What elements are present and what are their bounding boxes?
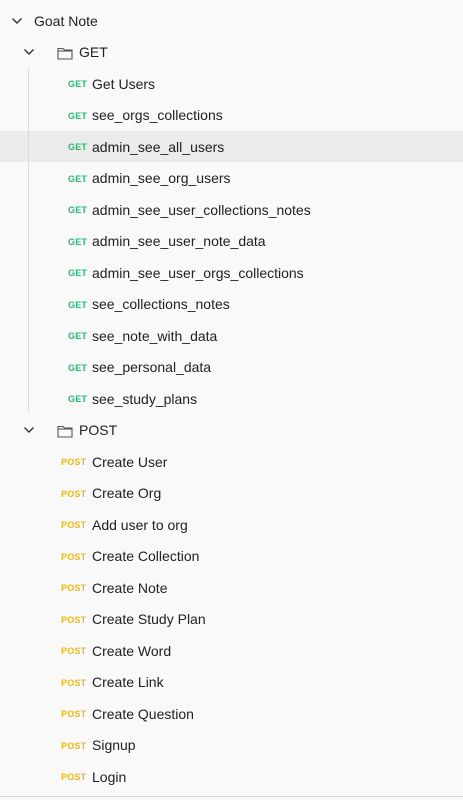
chevron-down-icon[interactable] bbox=[10, 14, 24, 28]
request-row-admin-see-all-users[interactable]: GET admin_see_all_users bbox=[0, 131, 463, 162]
folder-row-get[interactable]: GET bbox=[0, 37, 463, 68]
method-badge: POST bbox=[61, 614, 87, 625]
request-row-create-link[interactable]: POST Create Link bbox=[0, 667, 463, 698]
method-badge: POST bbox=[61, 551, 87, 562]
request-name: admin_see_user_orgs_collections bbox=[92, 264, 304, 281]
request-row-see-orgs-collections[interactable]: GET see_orgs_collections bbox=[0, 100, 463, 131]
request-row-create-study-plan[interactable]: POST Create Study Plan bbox=[0, 604, 463, 635]
method-badge: GET bbox=[68, 268, 88, 278]
method-badge: GET bbox=[68, 299, 88, 310]
request-row-create-collection[interactable]: POST Create Collection bbox=[0, 541, 463, 572]
request-name: Create Study Plan bbox=[92, 611, 206, 627]
request-row-add-user-to-org[interactable]: POST Add user to org bbox=[0, 509, 463, 540]
request-name: Login bbox=[92, 768, 127, 785]
method-badge: GET bbox=[68, 236, 88, 247]
request-row-see-personal-data[interactable]: GET see_personal_data bbox=[0, 352, 463, 383]
method-badge: POST bbox=[61, 583, 87, 593]
request-name: Get Users bbox=[92, 75, 156, 92]
request-name: admin_see_user_note_data bbox=[92, 233, 266, 249]
method-badge: POST bbox=[61, 709, 87, 719]
request-name: see_note_with_data bbox=[92, 327, 218, 344]
method-badge: POST bbox=[61, 488, 87, 499]
tree-guide-line bbox=[28, 68, 29, 412]
request-row-create-org[interactable]: POST Create Org bbox=[0, 478, 463, 509]
request-name: see_orgs_collections bbox=[92, 107, 223, 123]
request-name: Create Link bbox=[92, 674, 164, 690]
folder-row-post[interactable]: POST bbox=[0, 415, 463, 446]
method-badge: GET bbox=[68, 79, 88, 89]
method-badge: POST bbox=[61, 740, 87, 751]
method-badge: GET bbox=[68, 110, 88, 121]
request-name: Create Note bbox=[92, 579, 168, 596]
request-row-see-study-plans[interactable]: GET see_study_plans bbox=[0, 383, 463, 414]
method-badge: GET bbox=[68, 142, 88, 152]
chevron-down-icon[interactable] bbox=[22, 45, 36, 59]
request-row-create-word[interactable]: POST Create Word bbox=[0, 635, 463, 666]
method-badge: POST bbox=[61, 646, 87, 656]
chevron-down-icon[interactable] bbox=[22, 423, 36, 437]
method-badge: GET bbox=[68, 362, 88, 373]
folder-icon bbox=[57, 46, 73, 60]
collection-row-goat-note[interactable]: Goat Note bbox=[0, 5, 463, 36]
request-name: Signup bbox=[92, 737, 136, 753]
request-name: admin_see_user_collections_notes bbox=[92, 201, 311, 218]
request-name: Create User bbox=[92, 453, 168, 470]
request-row-admin-see-user-orgs-collections[interactable]: GET admin_see_user_orgs_collections bbox=[0, 257, 463, 288]
request-row-login[interactable]: POST Login bbox=[0, 761, 463, 792]
request-row-signup[interactable]: POST Signup bbox=[0, 730, 463, 761]
request-name: Create Org bbox=[92, 485, 162, 501]
request-name: Add user to org bbox=[92, 516, 188, 533]
request-row-admin-see-org-users[interactable]: GET admin_see_org_users bbox=[0, 163, 463, 194]
folder-icon bbox=[57, 424, 73, 438]
collection-tree: Goat Note GET GET Get Users GET see_orgs_col… bbox=[0, 0, 463, 800]
method-badge: GET bbox=[68, 205, 88, 215]
bottom-divider bbox=[0, 796, 463, 797]
method-badge: POST bbox=[61, 677, 87, 688]
folder-name: GET bbox=[79, 44, 108, 60]
collection-name: Goat Note bbox=[34, 12, 98, 29]
request-name: Create Collection bbox=[92, 548, 200, 564]
method-badge: POST bbox=[61, 772, 87, 782]
request-name: Create Question bbox=[92, 705, 194, 722]
request-name: admin_see_org_users bbox=[92, 170, 231, 186]
request-row-create-note[interactable]: POST Create Note bbox=[0, 572, 463, 603]
request-row-get-users[interactable]: GET Get Users bbox=[0, 68, 463, 99]
method-badge: GET bbox=[68, 331, 88, 341]
request-row-admin-see-user-collections-notes[interactable]: GET admin_see_user_collections_notes bbox=[0, 194, 463, 225]
request-name: see_collections_notes bbox=[92, 296, 230, 312]
method-badge: POST bbox=[61, 520, 87, 530]
method-badge: GET bbox=[68, 394, 88, 404]
request-row-create-question[interactable]: POST Create Question bbox=[0, 698, 463, 729]
method-badge: GET bbox=[68, 173, 88, 184]
request-row-see-collections-notes[interactable]: GET see_collections_notes bbox=[0, 289, 463, 320]
method-badge: POST bbox=[61, 457, 87, 467]
folder-name: POST bbox=[79, 422, 118, 438]
request-row-admin-see-user-note-data[interactable]: GET admin_see_user_note_data bbox=[0, 226, 463, 257]
request-name: Create Word bbox=[92, 642, 172, 659]
request-name: admin_see_all_users bbox=[92, 138, 225, 155]
request-name: see_study_plans bbox=[92, 390, 198, 407]
request-row-see-note-with-data[interactable]: GET see_note_with_data bbox=[0, 320, 463, 351]
request-row-create-user[interactable]: POST Create User bbox=[0, 446, 463, 477]
request-name: see_personal_data bbox=[92, 359, 212, 375]
